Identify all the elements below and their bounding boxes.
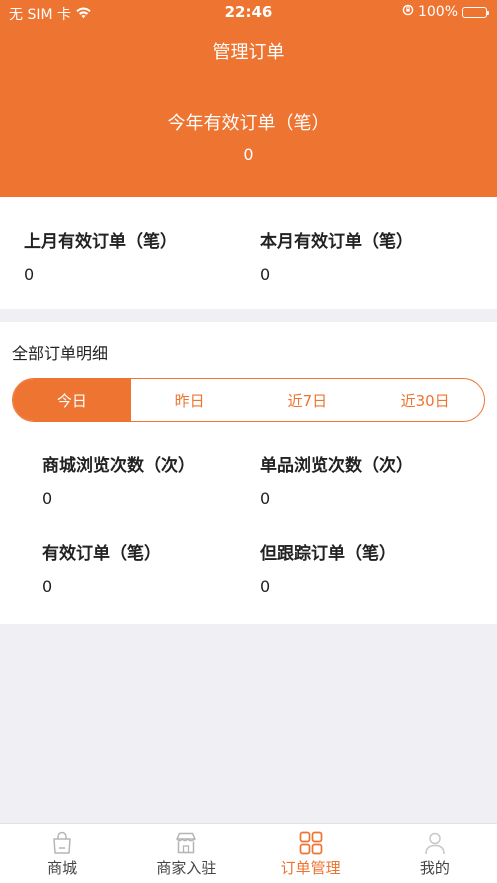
mall-views-value: 0	[42, 489, 53, 508]
page-title: 管理订单	[212, 42, 285, 63]
battery-percent: 100%	[417, 4, 458, 20]
segment-last-30-days[interactable]: 近30日	[366, 379, 484, 421]
shopping-bag-icon	[49, 830, 75, 856]
year-orders-label: 今年有效订单（笔）	[167, 113, 330, 134]
tab-mall[interactable]: 商城	[0, 824, 124, 883]
this-month-label: 本月有效订单（笔）	[260, 232, 413, 252]
orientation-lock-icon	[402, 4, 414, 20]
grid-icon	[298, 830, 324, 856]
tab-mine-label: 我的	[419, 859, 450, 877]
screen: 无 SIM 卡 22:46 100% 管理订单 今年有效订单（笔） 0 上月有效…	[0, 0, 497, 883]
this-month-value: 0	[260, 265, 271, 284]
product-views-stat: 单品浏览次数（次） 0	[260, 451, 413, 508]
this-month-stat: 本月有效订单（笔） 0	[260, 227, 413, 284]
status-bar: 无 SIM 卡 22:46 100%	[0, 0, 497, 26]
last-month-value: 0	[24, 265, 35, 284]
user-icon	[422, 830, 448, 856]
battery-icon	[462, 6, 489, 18]
valid-orders-stat: 有效订单（笔） 0	[42, 539, 161, 596]
header: 无 SIM 卡 22:46 100% 管理订单 今年有效订单（笔） 0	[0, 0, 497, 197]
order-details-card: 全部订单明细 今日 昨日 近7日 近30日 商城浏览次数（次） 0 单品浏览次数…	[0, 322, 497, 624]
tab-mall-label: 商城	[47, 859, 78, 877]
mall-views-stat: 商城浏览次数（次） 0	[42, 451, 195, 508]
tab-order-management[interactable]: 订单管理	[249, 824, 373, 883]
storefront-icon	[173, 830, 199, 856]
tab-merchant-join[interactable]: 商家入驻	[124, 824, 248, 883]
mall-views-label: 商城浏览次数（次）	[42, 456, 195, 476]
tab-merchant-join-label: 商家入驻	[156, 859, 217, 877]
monthly-stats-card: 上月有效订单（笔） 0 本月有效订单（笔） 0	[0, 197, 497, 309]
bottom-tab-bar: 商城 商家入驻 订单管理 我的	[0, 823, 497, 883]
date-range-segmented-control: 今日 昨日 近7日 近30日	[12, 378, 485, 422]
details-title: 全部订单明细	[12, 344, 109, 363]
valid-orders-value: 0	[42, 577, 53, 596]
tracked-orders-value: 0	[260, 577, 271, 596]
tracked-orders-stat: 但跟踪订单（笔） 0	[260, 539, 396, 596]
product-views-value: 0	[260, 489, 271, 508]
status-right: 100%	[402, 4, 489, 20]
tab-order-management-label: 订单管理	[280, 859, 341, 877]
segment-today[interactable]: 今日	[13, 379, 131, 421]
tab-mine[interactable]: 我的	[373, 824, 497, 883]
tracked-orders-label: 但跟踪订单（笔）	[260, 544, 396, 564]
last-month-label: 上月有效订单（笔）	[24, 232, 177, 252]
year-orders-value: 0	[243, 145, 254, 164]
last-month-stat: 上月有效订单（笔） 0	[24, 227, 177, 284]
segment-last-7-days[interactable]: 近7日	[249, 379, 367, 421]
valid-orders-label: 有效订单（笔）	[42, 544, 161, 564]
segment-yesterday[interactable]: 昨日	[131, 379, 249, 421]
product-views-label: 单品浏览次数（次）	[260, 456, 413, 476]
